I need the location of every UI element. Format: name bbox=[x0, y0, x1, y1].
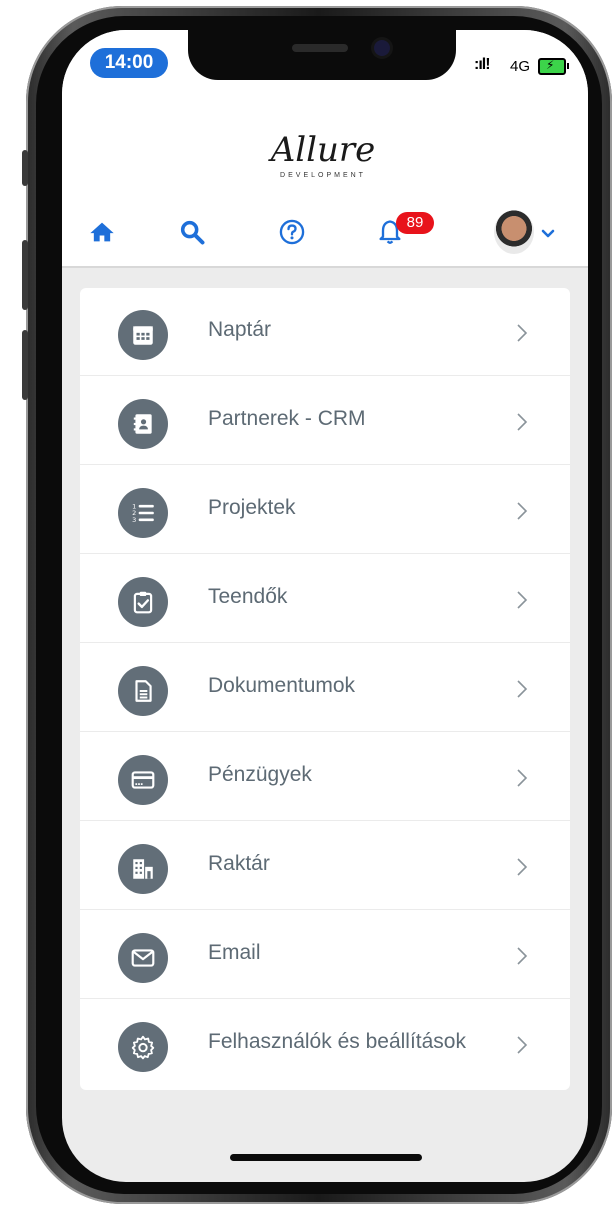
chevron-right-icon bbox=[514, 411, 530, 433]
menu-item-felhasznalok-es-beallitasok[interactable]: Felhasználók és beállítások bbox=[80, 1000, 570, 1088]
network-type: 4G bbox=[510, 58, 531, 75]
chevron-right-icon bbox=[514, 1034, 530, 1056]
chevron-right-icon bbox=[514, 678, 530, 700]
chevron-right-icon bbox=[514, 767, 530, 789]
chevron-right-icon bbox=[514, 322, 530, 344]
menu-label: Dokumentumok bbox=[208, 674, 356, 697]
volume-up-button bbox=[22, 240, 28, 310]
warehouse-icon bbox=[118, 844, 168, 894]
help-icon[interactable] bbox=[278, 218, 306, 246]
chevron-down-icon[interactable] bbox=[540, 226, 556, 242]
menu-item-projektek[interactable]: 123 Projektek bbox=[80, 466, 570, 554]
menu-item-partnerek-crm[interactable]: Partnerek - CRM bbox=[80, 377, 570, 465]
contact-card-icon bbox=[118, 399, 168, 449]
menu-item-dokumentumok[interactable]: Dokumentumok bbox=[80, 644, 570, 732]
menu-label: Email bbox=[208, 941, 261, 964]
chevron-right-icon bbox=[514, 500, 530, 522]
notification-badge[interactable]: 89 bbox=[396, 212, 434, 234]
main-menu: Naptár Partnerek - CRM 123 Projektek Tee… bbox=[80, 288, 570, 1090]
menu-item-penzugyek[interactable]: Pénzügyek bbox=[80, 733, 570, 821]
chevron-right-icon bbox=[514, 945, 530, 967]
envelope-icon bbox=[118, 933, 168, 983]
avatar[interactable] bbox=[494, 210, 534, 254]
menu-label: Felhasználók és beállítások bbox=[208, 1030, 466, 1053]
mute-switch bbox=[22, 150, 28, 186]
status-bar: 14:00 :ıl! 4G ⚡ bbox=[62, 30, 588, 90]
menu-label: Pénzügyek bbox=[208, 763, 312, 786]
menu-label: Raktár bbox=[208, 852, 270, 875]
menu-item-teendok[interactable]: Teendők bbox=[80, 555, 570, 643]
logo-text: Allure bbox=[270, 130, 376, 170]
battery-icon: ⚡ bbox=[538, 58, 569, 75]
menu-item-email[interactable]: Email bbox=[80, 911, 570, 999]
search-icon[interactable] bbox=[178, 218, 206, 246]
document-icon bbox=[118, 666, 168, 716]
app-logo: Allure DEVELOPMENT bbox=[248, 130, 398, 190]
volume-down-button bbox=[22, 330, 28, 400]
menu-label: Teendők bbox=[208, 585, 288, 608]
status-time: 14:00 bbox=[90, 48, 168, 78]
home-icon[interactable] bbox=[88, 218, 116, 246]
home-indicator[interactable] bbox=[230, 1154, 422, 1161]
logo-subtext: DEVELOPMENT bbox=[280, 172, 366, 179]
signal-icon: :ıl! bbox=[474, 56, 491, 73]
menu-label: Projektek bbox=[208, 496, 296, 519]
calendar-icon bbox=[118, 310, 168, 360]
menu-item-naptar[interactable]: Naptár bbox=[80, 288, 570, 376]
menu-label: Partnerek - CRM bbox=[208, 407, 366, 430]
svg-text:3: 3 bbox=[132, 516, 136, 524]
clipboard-check-icon bbox=[118, 577, 168, 627]
chevron-right-icon bbox=[514, 856, 530, 878]
list-numbered-icon: 123 bbox=[118, 488, 168, 538]
menu-label: Naptár bbox=[208, 318, 272, 341]
credit-card-icon bbox=[118, 755, 168, 805]
phone-screen: Allure DEVELOPMENT 89 14:00:ıl! 4G ⚡ Na… bbox=[62, 30, 588, 1182]
chevron-right-icon bbox=[514, 589, 530, 611]
menu-item-raktar[interactable]: Raktár bbox=[80, 822, 570, 910]
gear-icon bbox=[118, 1022, 168, 1072]
